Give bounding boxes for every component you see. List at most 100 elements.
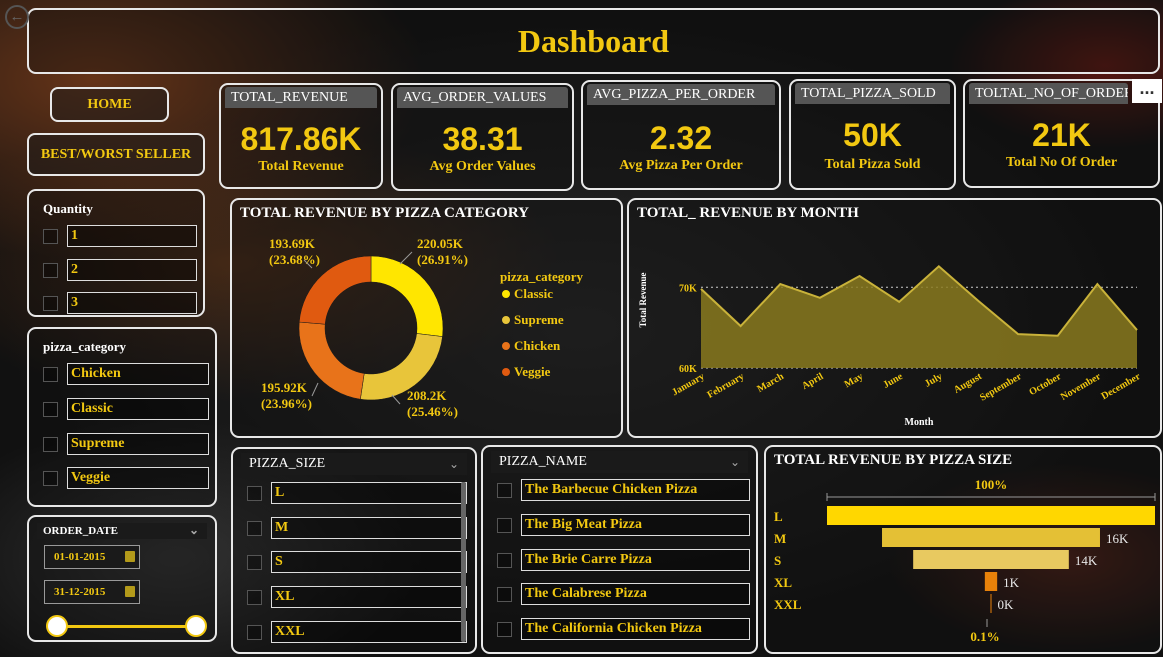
checkbox[interactable] xyxy=(247,485,262,501)
checkbox[interactable] xyxy=(497,586,512,602)
checkbox[interactable] xyxy=(497,621,512,637)
checkbox[interactable] xyxy=(247,624,262,640)
order-date-slicer: ORDER_DATE ⌄ 01-01-2015 31-12-2015 xyxy=(27,515,217,642)
slicer-title: ORDER_DATE ⌄ xyxy=(37,523,207,539)
data-label: (23.68%) xyxy=(269,252,320,267)
date-range-start-handle[interactable] xyxy=(46,615,68,637)
slicer-item[interactable]: The Barbecue Chicken Pizza xyxy=(497,479,750,501)
kpi-label: Total No Of Order xyxy=(1005,155,1118,170)
x-tick-label: December xyxy=(1099,371,1142,402)
checkbox[interactable] xyxy=(247,589,262,605)
y-axis-label: Total Revenue xyxy=(638,273,648,328)
slicer-item[interactable]: The Brie Carre Pizza xyxy=(497,549,750,571)
quantity-slicer: Quantity 1 2 3 xyxy=(27,189,205,317)
checkbox[interactable] xyxy=(43,295,58,311)
chevron-down-icon[interactable]: ⌄ xyxy=(189,522,199,538)
leader-line xyxy=(399,251,413,265)
slicer-item[interactable]: XXL xyxy=(247,621,467,643)
checkbox[interactable] xyxy=(247,554,262,570)
pizza-category-slicer: pizza_category Chicken Classic Supreme V… xyxy=(27,327,217,507)
kpi-title: TOTAL_PIZZA_SOLD xyxy=(795,83,950,104)
back-arrow-icon[interactable]: ← xyxy=(5,5,29,29)
funnel-bar-s xyxy=(913,550,1069,569)
legend-label: Chicken xyxy=(514,338,561,353)
slicer-item[interactable]: L xyxy=(247,482,467,504)
data-label: 193.69K xyxy=(269,236,316,251)
x-tick-label: July xyxy=(923,371,944,390)
checkbox[interactable] xyxy=(43,401,58,417)
slicer-item[interactable]: XL xyxy=(247,586,467,608)
slicer-title: Quantity xyxy=(43,201,93,216)
checkbox[interactable] xyxy=(43,470,58,486)
kpi-title: TOTAL_REVENUE xyxy=(225,87,377,108)
slicer-item-label: The Big Meat Pizza xyxy=(521,514,750,536)
kpi-avg-order-values: AVG_ORDER_VALUES 38.31 Avg Order Values xyxy=(391,83,574,191)
pizza-size-slicer: PIZZA_SIZE ⌄ L M S XL XXL xyxy=(231,447,477,654)
legend-label: Supreme xyxy=(514,312,564,327)
checkbox[interactable] xyxy=(247,520,262,536)
kpi-value: 817.86K xyxy=(240,121,362,157)
start-date-field[interactable]: 01-01-2015 xyxy=(44,545,140,569)
calendar-icon[interactable] xyxy=(125,586,135,597)
funnel-bar-m xyxy=(882,528,1100,547)
slicer-item[interactable]: S xyxy=(247,551,467,573)
leader-line xyxy=(391,394,401,405)
slicer-item[interactable]: Chicken xyxy=(43,363,209,385)
slicer-item[interactable]: M xyxy=(247,517,467,539)
end-date-field[interactable]: 31-12-2015 xyxy=(44,580,140,604)
legend-marker xyxy=(502,290,510,298)
legend-label: Veggie xyxy=(514,364,551,379)
slicer-item[interactable]: Supreme xyxy=(43,433,209,455)
more-options-icon[interactable]: ... xyxy=(1132,79,1162,103)
slicer-item-label: 1 xyxy=(67,225,197,247)
slicer-title-text: PIZZA_NAME xyxy=(499,454,587,469)
data-label: (25.46%) xyxy=(407,404,458,419)
checkbox[interactable] xyxy=(43,436,58,452)
calendar-icon[interactable] xyxy=(125,551,135,562)
slicer-item-label: XL xyxy=(271,586,467,608)
slicer-item[interactable]: The Calabrese Pizza xyxy=(497,583,750,605)
slicer-item[interactable]: Classic xyxy=(43,398,209,420)
home-button[interactable]: HOME xyxy=(50,87,169,122)
slicer-item[interactable]: 3 xyxy=(43,292,197,314)
donut-slice-classic xyxy=(370,255,444,337)
funnel-top-label: 100% xyxy=(975,477,1008,492)
kpi-value: 50K xyxy=(843,117,902,153)
funnel-category-label: M xyxy=(774,531,786,546)
scrollbar[interactable] xyxy=(461,482,466,642)
checkbox[interactable] xyxy=(43,366,58,382)
date-range-end-handle[interactable] xyxy=(185,615,207,637)
kpi-value: 21K xyxy=(1032,117,1091,153)
checkbox[interactable] xyxy=(497,552,512,568)
page-title: Dashboard xyxy=(517,22,670,59)
checkbox[interactable] xyxy=(497,482,512,498)
slicer-item[interactable]: The California Chicken Pizza xyxy=(497,618,750,640)
start-date-value: 01-01-2015 xyxy=(54,551,106,563)
slicer-item[interactable]: 1 xyxy=(43,225,197,247)
slicer-item[interactable]: Veggie xyxy=(43,467,209,489)
chevron-down-icon[interactable]: ⌄ xyxy=(730,451,740,473)
slicer-item[interactable]: 2 xyxy=(43,259,197,281)
data-label: 208.2K xyxy=(407,388,447,403)
checkbox[interactable] xyxy=(43,262,58,278)
best-worst-seller-button[interactable]: BEST/WORST SELLER xyxy=(27,133,205,176)
donut-slice-chicken xyxy=(298,321,365,400)
x-tick-label: May xyxy=(843,371,865,390)
revenue-by-month-chart: TOTAL_ REVENUE BY MONTH 70K 60K January Feb… xyxy=(627,198,1162,438)
x-tick-label: January xyxy=(670,371,706,398)
slicer-item-label: The California Chicken Pizza xyxy=(521,618,750,640)
kpi-value: 2.32 xyxy=(649,120,713,156)
chevron-down-icon[interactable]: ⌄ xyxy=(449,453,459,475)
y-tick-label: 70K xyxy=(679,283,697,294)
kpi-title: AVG_ORDER_VALUES xyxy=(397,87,568,108)
slicer-item-label: S xyxy=(271,551,467,573)
slicer-item[interactable]: The Big Meat Pizza xyxy=(497,514,750,536)
checkbox[interactable] xyxy=(497,517,512,533)
checkbox[interactable] xyxy=(43,228,58,244)
funnel-category-label: XXL xyxy=(774,597,802,612)
leader-line xyxy=(311,382,319,397)
kpi-label: Avg Order Values xyxy=(429,159,536,174)
kpi-total-pizza-sold: TOTAL_PIZZA_SOLD 50K Total Pizza Sold xyxy=(789,79,956,190)
funnel-bar-xxl xyxy=(990,594,992,613)
data-label: 16K xyxy=(1106,531,1129,546)
